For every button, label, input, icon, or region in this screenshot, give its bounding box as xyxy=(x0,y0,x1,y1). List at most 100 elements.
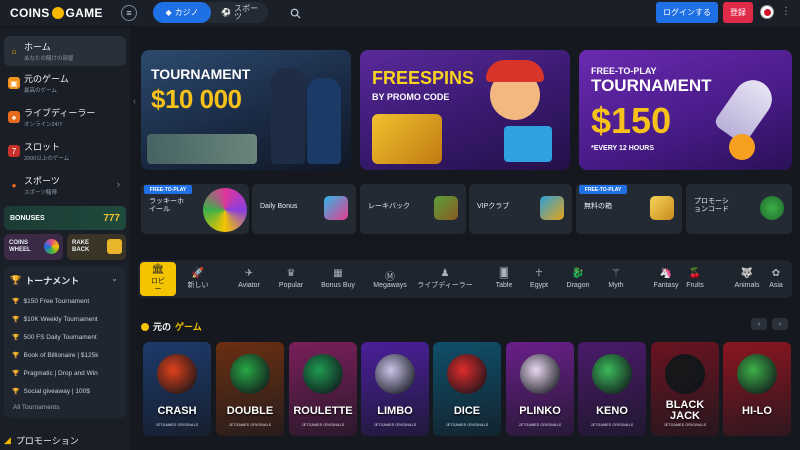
game-provider: JETGAMES ORIGINALS xyxy=(663,423,707,427)
cards-icon: 🂠 xyxy=(498,268,510,279)
menu-icon[interactable]: ≡ xyxy=(121,5,137,21)
tab-casino[interactable]: ◆ カジノ xyxy=(153,2,211,23)
game-provider: JETGAMES ORIGINALS xyxy=(590,423,634,427)
category-egypt[interactable]: ☥ Egypt xyxy=(517,262,561,296)
promo-vip-club[interactable]: VIPクラブ xyxy=(469,184,572,234)
treasure-chest-image xyxy=(372,114,442,164)
tournament-label: Social giveaway | 100$ xyxy=(23,388,90,395)
sidebar-item-promotion[interactable]: ◢ プロモーション xyxy=(4,434,79,447)
coin-logo-icon xyxy=(51,7,64,19)
category-lobby[interactable]: 🏛 ロビ ー xyxy=(140,262,176,296)
sidebar-item-live-dealer[interactable]: ♠ ライブディーラー オンライン24/7 xyxy=(4,102,126,132)
rake-back-button[interactable]: RAKE BACK xyxy=(67,234,126,260)
game-name: LIMBO xyxy=(377,405,413,417)
police-figure-image xyxy=(307,78,341,164)
game-provider: JETGAMES ORIGINALS xyxy=(301,423,345,427)
rocket-flame-image xyxy=(729,134,755,160)
game-card[interactable]: PLINKO JETGAMES ORIGINALS xyxy=(506,342,574,436)
promo-promo-code[interactable]: プロモーシ ョンコード xyxy=(686,184,792,234)
sidebar-item-label: スロット xyxy=(24,142,61,152)
tournament-label: 500 FS Daily Tournament xyxy=(23,334,97,341)
banner-title: FREESPINS xyxy=(372,68,475,88)
trophy-icon: 🏆 xyxy=(12,371,20,377)
elf-hat-image xyxy=(486,60,544,82)
games-next-button[interactable]: › xyxy=(772,318,788,330)
game-card[interactable]: CRASH JETGAMES ORIGINALS xyxy=(143,342,211,436)
tournament-item[interactable]: 🏆 500 FS Daily Tournament xyxy=(12,334,97,341)
game-card[interactable]: BLACK JACK JETGAMES ORIGINALS xyxy=(651,342,719,436)
tournament-item[interactable]: 🏆 $10K Weekly Tournament xyxy=(12,316,98,323)
banner-amount: $10 000 xyxy=(151,84,242,114)
category-fruits[interactable]: 🍒 Fruits xyxy=(673,262,717,296)
game-art-image xyxy=(230,354,270,394)
game-card[interactable]: DICE JETGAMES ORIGINALS xyxy=(433,342,501,436)
tab-sports[interactable]: ⚽ スポーツ xyxy=(211,2,268,23)
wolf-icon: 🐺 xyxy=(740,268,754,279)
game-art-image xyxy=(520,354,560,394)
tournament-item[interactable]: 🏆 Pragmatic | Drop and Win xyxy=(12,370,98,377)
games-prev-button[interactable]: ‹ xyxy=(751,318,767,330)
myth-icon: ⚚ xyxy=(611,268,621,279)
promo-rakeback[interactable]: レーキバック xyxy=(360,184,466,234)
sidebar-item-originals[interactable]: ▣ 元のゲーム 最高のゲーム xyxy=(4,68,126,98)
search-icon[interactable] xyxy=(287,5,303,21)
sidebar-item-home[interactable]: ⌂ ホーム あなたの賭けの部屋 xyxy=(4,36,126,66)
bonuses-banner[interactable]: BONUSES 777 xyxy=(4,206,126,230)
game-card[interactable]: ROULETTE JETGAMES ORIGINALS xyxy=(289,342,357,436)
banner-freespins[interactable]: FREESPINS BY PROMO CODE xyxy=(360,50,570,170)
language-flag-icon[interactable] xyxy=(760,5,774,19)
site-logo[interactable]: COINS GAME xyxy=(10,6,103,20)
coins-wheel-label: COINS WHEEL xyxy=(9,240,31,253)
login-button[interactable]: ログインする xyxy=(656,2,718,23)
category-label: 新しい xyxy=(187,282,209,289)
register-button[interactable]: 登録 xyxy=(723,2,753,23)
sidebar-item-slots[interactable]: 7 スロット 2000以上のゲーム xyxy=(4,136,126,166)
sidebar-item-label: ライブディーラー xyxy=(24,108,96,118)
chevron-down-icon[interactable]: ⌄ xyxy=(111,274,118,283)
game-card[interactable]: LIMBO JETGAMES ORIGINALS xyxy=(361,342,429,436)
gift-box-image xyxy=(504,126,552,162)
all-tournaments-link[interactable]: All Tournaments xyxy=(13,404,60,411)
lotus-icon: ✿ xyxy=(771,268,781,279)
tab-casino-label: カジノ xyxy=(174,7,199,17)
more-icon[interactable]: ⋮ xyxy=(781,6,791,17)
category--[interactable]: ♟ ライブディーラー xyxy=(412,262,478,296)
banner-title: FREE-TO-PLAY xyxy=(591,66,657,76)
game-provider: JETGAMES ORIGINALS xyxy=(228,423,272,427)
banner-free-to-play-150[interactable]: FREE-TO-PLAY TOURNAMENT $150 *EVERY 12 H… xyxy=(579,50,792,170)
banner-tournament-10000[interactable]: TOURNAMENT $10 000 xyxy=(141,50,351,170)
rocket-icon: 🚀 xyxy=(191,268,205,279)
dragon-icon: 🐉 xyxy=(571,268,585,279)
category-asia[interactable]: ✿ Asia xyxy=(754,262,798,296)
category-myth[interactable]: ⚚ Myth xyxy=(594,262,638,296)
category-label: ロビ ー xyxy=(151,278,165,293)
tournament-item[interactable]: 🏆 Book of Billionaire | $125k xyxy=(12,352,99,359)
promo-daily-bonus[interactable]: Daily Bonus xyxy=(252,184,356,234)
game-card[interactable]: DOUBLE JETGAMES ORIGINALS xyxy=(216,342,284,436)
promo-label: Daily Bonus xyxy=(260,203,298,210)
logo-text-right: GAME xyxy=(65,6,103,20)
game-art-image xyxy=(592,354,632,394)
category--[interactable]: 🚀 新しい xyxy=(176,262,220,296)
game-name: BLACK JACK xyxy=(665,399,705,422)
promo-free-box[interactable]: FREE-TO-PLAY 無料の箱 xyxy=(576,184,682,234)
trophy-icon: 🏆 xyxy=(12,335,20,341)
trophy-icon: 🏆 xyxy=(12,317,20,323)
game-card[interactable]: KENO JETGAMES ORIGINALS xyxy=(578,342,646,436)
promo-label: レーキバック xyxy=(368,203,410,210)
trophy-icon: 🏆 xyxy=(10,275,22,285)
coins-wheel-button[interactable]: COINS WHEEL xyxy=(4,234,63,260)
tournament-item[interactable]: 🏆 $150 Free Tournament xyxy=(12,298,89,305)
slot-777: 777 xyxy=(103,212,120,224)
grid-icon: ▦ xyxy=(333,268,343,279)
wheel-icon xyxy=(44,239,59,254)
originals-section-title: 元の ゲーム xyxy=(141,320,202,333)
game-card[interactable]: HI-LO xyxy=(723,342,791,436)
game-provider: JETGAMES ORIGINALS xyxy=(518,423,562,427)
tournament-item[interactable]: 🏆 Social giveaway | 100$ xyxy=(12,388,90,395)
promo-lucky-wheel[interactable]: FREE-TO-PLAY ラッキーホ イール xyxy=(141,184,249,234)
section-title-b: ゲーム xyxy=(175,322,202,332)
sidebar-item-sports[interactable]: ● スポーツ スポーツ賭博 › xyxy=(4,170,126,200)
logo-text-left: COINS xyxy=(10,6,50,20)
tournaments-header[interactable]: 🏆 トーナメント xyxy=(10,274,79,287)
